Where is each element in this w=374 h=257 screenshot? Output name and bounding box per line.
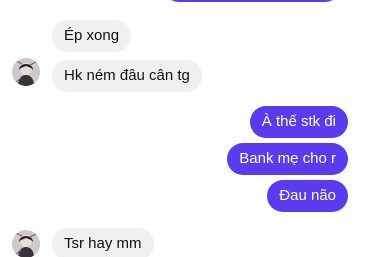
outgoing-message-bubble[interactable]: À thế stk đi	[249, 106, 348, 138]
contact-avatar-icon[interactable]	[12, 58, 40, 86]
incoming-message-bubble[interactable]: Hk ném đâu cân tg	[52, 60, 202, 92]
chat-thread: Ép xong Hk ném đâu cân tg À thế stk đi B…	[0, 0, 374, 257]
outgoing-message-bubble[interactable]: Đau não	[267, 180, 348, 212]
outgoing-bubble-partial[interactable]	[163, 0, 341, 2]
incoming-message-bubble[interactable]: Tsr hay mm	[52, 228, 154, 257]
contact-avatar-icon[interactable]	[12, 230, 40, 257]
incoming-message-bubble[interactable]: Ép xong	[52, 20, 132, 52]
outgoing-message-bubble[interactable]: Bank mẹ cho r	[227, 143, 348, 175]
